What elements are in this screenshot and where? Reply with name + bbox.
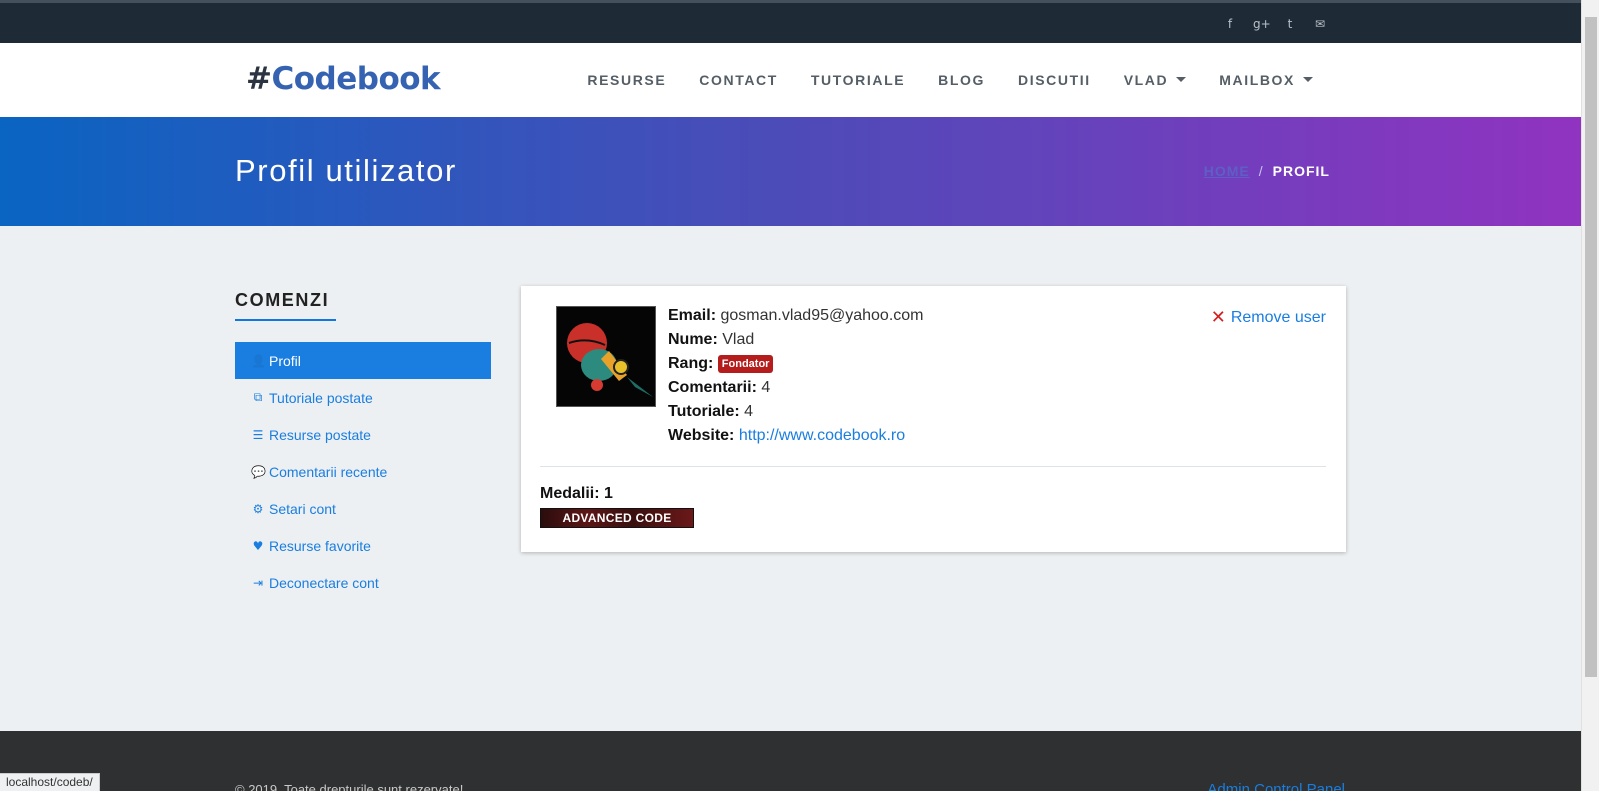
breadcrumb: HOME / PROFIL bbox=[1204, 163, 1330, 179]
tutorials-row: Tutoriale: 4 bbox=[668, 400, 924, 424]
sidebar-item-setari-cont[interactable]: ⚙ Setari cont bbox=[235, 490, 491, 527]
sidebar-item-tutoriale-postate[interactable]: ⧉ Tutoriale postate bbox=[235, 379, 491, 416]
nav-dropdown-mailbox[interactable]: MAILBOX bbox=[1219, 72, 1313, 88]
sign-out-icon: ⇥ bbox=[252, 575, 264, 590]
close-icon: ✕ bbox=[1210, 307, 1226, 328]
email-label: Email: bbox=[668, 307, 717, 324]
remove-user-button[interactable]: ✕ Remove user bbox=[1211, 307, 1326, 328]
page-header-banner: Profil utilizator HOME / PROFIL bbox=[0, 117, 1581, 226]
comment-icon: 💬 bbox=[251, 464, 266, 479]
medal-badge: ADVANCED CODE bbox=[540, 508, 694, 528]
rank-row: Rang: Fondator bbox=[668, 352, 924, 376]
comments-row: Comentarii: 4 bbox=[668, 376, 924, 400]
sidebar-item-label: Comentarii recente bbox=[269, 463, 388, 480]
copy-icon: ⧉ bbox=[253, 390, 263, 404]
logo-name: Codebook bbox=[271, 61, 441, 97]
logo-hash: # bbox=[246, 61, 272, 97]
nav-item-contact[interactable]: CONTACT bbox=[699, 72, 778, 88]
heart-icon: ♥ bbox=[252, 538, 264, 553]
main-navbar: #Codebook RESURSE CONTACT TUTORIALE BLOG… bbox=[0, 43, 1581, 117]
nav-dropdown-vlad-label: VLAD bbox=[1123, 72, 1169, 88]
profile-card: Email: gosman.vlad95@yahoo.com Nume: Vla… bbox=[521, 286, 1346, 552]
nav-dropdown-mailbox-label: MAILBOX bbox=[1219, 72, 1295, 88]
footer: © 2019. Toate drepturile sunt rezervate!… bbox=[0, 731, 1581, 791]
remove-user-label: Remove user bbox=[1230, 308, 1326, 326]
sidebar-item-deconectare-cont[interactable]: ⇥ Deconectare cont bbox=[235, 564, 491, 601]
page-title: Profil utilizator bbox=[235, 153, 457, 188]
caret-down-icon bbox=[1176, 77, 1187, 82]
caret-down-icon bbox=[1303, 77, 1313, 82]
comments-value: 4 bbox=[761, 379, 771, 396]
breadcrumb-home-link[interactable]: HOME bbox=[1204, 163, 1250, 179]
website-label: Website: bbox=[668, 427, 735, 444]
nav-item-tutoriale[interactable]: TUTORIALE bbox=[811, 72, 905, 88]
browser-status-url: localhost/codeb/ bbox=[0, 773, 100, 791]
envelope-icon[interactable]: ✉ bbox=[1313, 17, 1327, 31]
name-row: Nume: Vlad bbox=[668, 328, 924, 352]
gear-icon: ⚙ bbox=[252, 501, 264, 516]
sidebar-item-label: Tutoriale postate bbox=[269, 389, 373, 406]
sidebar-item-label: Setari cont bbox=[269, 500, 336, 517]
breadcrumb-separator: / bbox=[1258, 163, 1264, 179]
google-plus-icon[interactable]: g+ bbox=[1253, 17, 1271, 31]
medals-count: Medalii: 1 bbox=[540, 485, 613, 502]
name-label: Nume: bbox=[668, 331, 718, 348]
avatar bbox=[556, 306, 656, 407]
nav-item-blog[interactable]: BLOG bbox=[938, 72, 985, 88]
sidebar-item-comentarii-recente[interactable]: 💬 Comentarii recente bbox=[235, 453, 491, 490]
list-icon: ☰ bbox=[252, 427, 264, 442]
sidebar-item-resurse-favorite[interactable]: ♥ Resurse favorite bbox=[235, 527, 491, 564]
social-links: f g+ t ✉ bbox=[1223, 17, 1327, 31]
copyright-text: © 2019. Toate drepturile sunt rezervate! bbox=[235, 782, 464, 791]
site-logo[interactable]: #Codebook bbox=[246, 61, 441, 97]
sidebar-menu: 👤 Profil ⧉ Tutoriale postate ☰ Resurse p… bbox=[235, 342, 491, 601]
rank-label: Rang: bbox=[668, 355, 714, 372]
email-row: Email: gosman.vlad95@yahoo.com bbox=[668, 304, 924, 328]
nav-item-resurse[interactable]: RESURSE bbox=[587, 72, 666, 88]
avatar-illustration bbox=[557, 307, 655, 406]
sidebar-item-label: Deconectare cont bbox=[269, 574, 379, 591]
nav-item-discutii[interactable]: DISCUTII bbox=[1018, 72, 1091, 88]
website-link[interactable]: http://www.codebook.ro bbox=[739, 427, 905, 444]
profile-info: Email: gosman.vlad95@yahoo.com Nume: Vla… bbox=[668, 304, 924, 448]
scrollbar-thumb[interactable] bbox=[1585, 17, 1597, 677]
divider bbox=[540, 466, 1326, 467]
sidebar-item-label: Resurse favorite bbox=[269, 537, 371, 554]
user-icon: 👤 bbox=[251, 353, 266, 368]
nav-menu: RESURSE CONTACT TUTORIALE BLOG DISCUTII … bbox=[587, 72, 1313, 88]
breadcrumb-current: PROFIL bbox=[1272, 163, 1330, 179]
sidebar-item-profil[interactable]: 👤 Profil bbox=[235, 342, 491, 379]
nav-dropdown-vlad[interactable]: VLAD bbox=[1124, 72, 1187, 88]
rank-badge: Fondator bbox=[717, 355, 774, 373]
admin-control-panel-link[interactable]: Admin Control Panel bbox=[1207, 781, 1345, 791]
tutorials-label: Tutoriale: bbox=[668, 403, 740, 420]
top-bar: f g+ t ✉ bbox=[0, 0, 1581, 43]
sidebar-item-resurse-postate[interactable]: ☰ Resurse postate bbox=[235, 416, 491, 453]
name-value: Vlad bbox=[722, 331, 755, 348]
website-row: Website: http://www.codebook.ro bbox=[668, 424, 924, 448]
tutorials-value: 4 bbox=[744, 403, 754, 420]
sidebar-item-label: Profil bbox=[269, 352, 301, 369]
sidebar: COMENZI 👤 Profil ⧉ Tutoriale postate ☰ R… bbox=[235, 290, 491, 601]
email-value: gosman.vlad95@yahoo.com bbox=[720, 307, 924, 324]
twitter-icon[interactable]: t bbox=[1283, 17, 1297, 31]
comments-label: Comentarii: bbox=[668, 379, 757, 396]
sidebar-item-label: Resurse postate bbox=[269, 426, 371, 443]
facebook-icon[interactable]: f bbox=[1223, 17, 1237, 31]
sidebar-title: COMENZI bbox=[235, 290, 336, 321]
page-scrollbar[interactable] bbox=[1581, 0, 1599, 791]
